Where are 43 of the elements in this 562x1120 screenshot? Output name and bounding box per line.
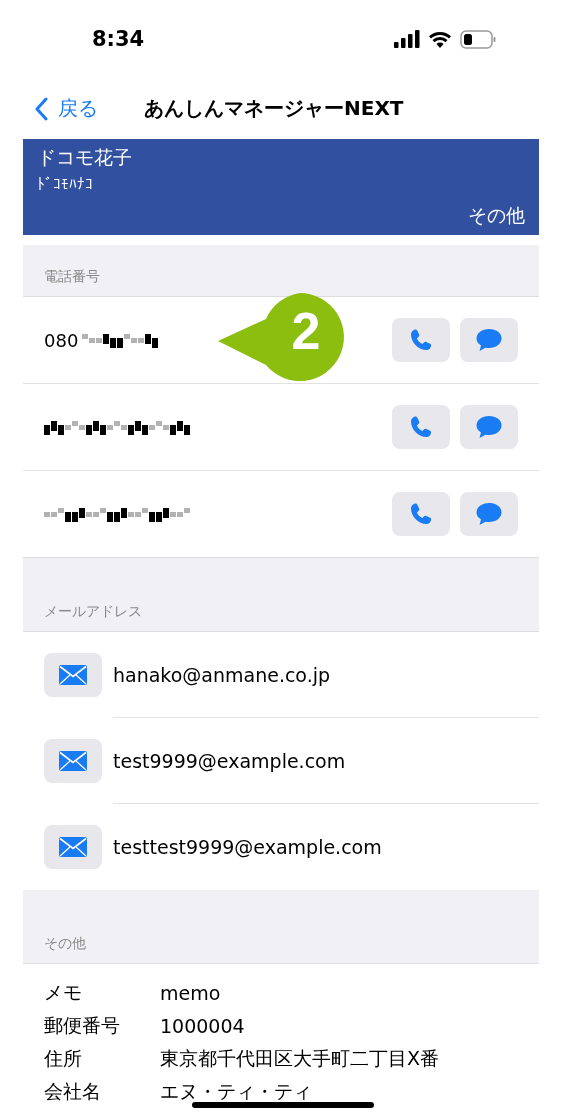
- field-label: 郵便番号: [44, 1012, 121, 1038]
- message-button[interactable]: [460, 492, 518, 536]
- email-address: hanako@anmane.co.jp: [113, 663, 331, 686]
- field-value: memo: [160, 981, 221, 1004]
- signal-icon: [394, 30, 420, 48]
- envelope-icon: [59, 751, 87, 771]
- screen-title: あんしんマネージャーNEXT: [144, 95, 404, 122]
- call-button[interactable]: [392, 405, 450, 449]
- field-value: 1000004: [160, 1014, 245, 1037]
- phone-number: 080: [44, 329, 79, 351]
- chat-bubble-icon: [475, 328, 503, 352]
- call-button[interactable]: [392, 492, 450, 536]
- field-value: 東京都千代田区大手町二丁目X番: [160, 1045, 440, 1071]
- field-label: 住所: [44, 1045, 83, 1071]
- contact-name: ドコモ花子: [37, 145, 133, 170]
- status-time: 8:34: [92, 27, 145, 51]
- email-button[interactable]: [44, 825, 102, 869]
- chevron-left-icon: [34, 96, 48, 121]
- field-value: エヌ・ティ・ティ: [160, 1078, 312, 1104]
- phone-icon: [409, 328, 433, 352]
- phone-icon: [409, 502, 433, 526]
- email-address: test9999@example.com: [113, 749, 346, 772]
- section-header: 電話番号: [44, 268, 100, 286]
- chat-bubble-icon: [475, 502, 503, 526]
- contact-kana: ﾄﾞｺﾓﾊﾅｺ: [37, 175, 94, 193]
- section-header: メールアドレス: [44, 603, 142, 621]
- chat-bubble-icon: [475, 415, 503, 439]
- battery-icon: [460, 29, 496, 49]
- phone-icon: [409, 415, 433, 439]
- email-address: testtest9999@example.com: [113, 836, 382, 858]
- wifi-icon: [428, 30, 452, 48]
- section-header: その他: [44, 935, 86, 953]
- contact-group: その他: [468, 203, 525, 229]
- envelope-icon: [59, 837, 87, 857]
- call-button[interactable]: [392, 318, 450, 362]
- email-button[interactable]: [44, 739, 102, 783]
- back-button[interactable]: 戻る: [34, 95, 98, 122]
- envelope-icon: [59, 665, 87, 685]
- field-label: メモ: [44, 979, 83, 1005]
- field-label: 会社名: [44, 1078, 102, 1104]
- email-button[interactable]: [44, 653, 102, 697]
- message-button[interactable]: [460, 318, 518, 362]
- message-button[interactable]: [460, 405, 518, 449]
